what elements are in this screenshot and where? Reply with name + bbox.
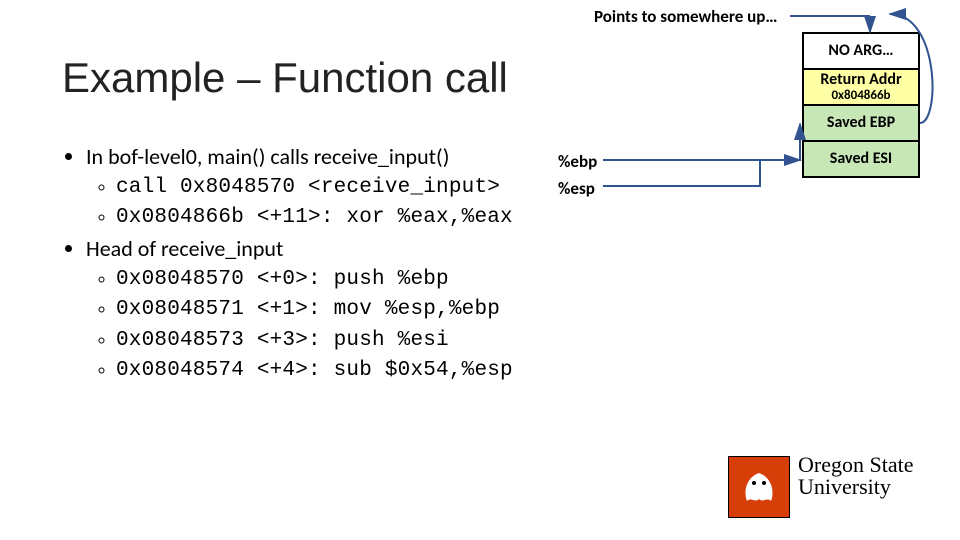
logo-text: Oregon State University (798, 454, 913, 498)
bullet-push-esi: 0x08048573 <+3>: push %esi (116, 327, 513, 355)
slide: Points to somewhere up… Example – Functi… (0, 0, 960, 540)
bullet-main-calls: In bof-level0, main() calls receive_inpu… (86, 142, 513, 172)
beaver-icon (741, 467, 777, 507)
stack-cell-saved-ebp: Saved EBP (802, 104, 920, 142)
bullet-next-instr: 0x0804866b <+11>: xor %eax,%eax (116, 204, 513, 232)
bullet-call-instr: call 0x8048570 <receive_input> (116, 174, 513, 202)
logo-oregon-state: Oregon State University (728, 452, 938, 522)
bullet-sub-esp: 0x08048574 <+4>: sub $0x54,%esp (116, 357, 513, 385)
body-text: In bof-level0, main() calls receive_inpu… (62, 142, 513, 387)
bullet-head-receive: Head of receive_input (86, 234, 513, 264)
stack-diagram: NO ARG… Return Addr 0x804866b Saved EBP … (802, 32, 920, 178)
top-note: Points to somewhere up… (594, 6, 777, 27)
stack-return-line2: 0x804866b (804, 89, 918, 103)
logo-mark (728, 456, 790, 518)
bullet-mov-esp: 0x08048571 <+1>: mov %esp,%ebp (116, 296, 513, 324)
stack-cell-noarg: NO ARG… (802, 32, 920, 70)
label-ebp: %ebp (558, 151, 597, 172)
stack-return-line1: Return Addr (804, 72, 918, 89)
slide-title: Example – Function call (62, 54, 508, 102)
stack-cell-saved-esi: Saved ESI (802, 140, 920, 178)
bullet-push-ebp: 0x08048570 <+0>: push %ebp (116, 266, 513, 294)
logo-line2: University (798, 476, 913, 498)
stack-cell-return: Return Addr 0x804866b (802, 68, 920, 106)
label-esp: %esp (558, 178, 595, 199)
